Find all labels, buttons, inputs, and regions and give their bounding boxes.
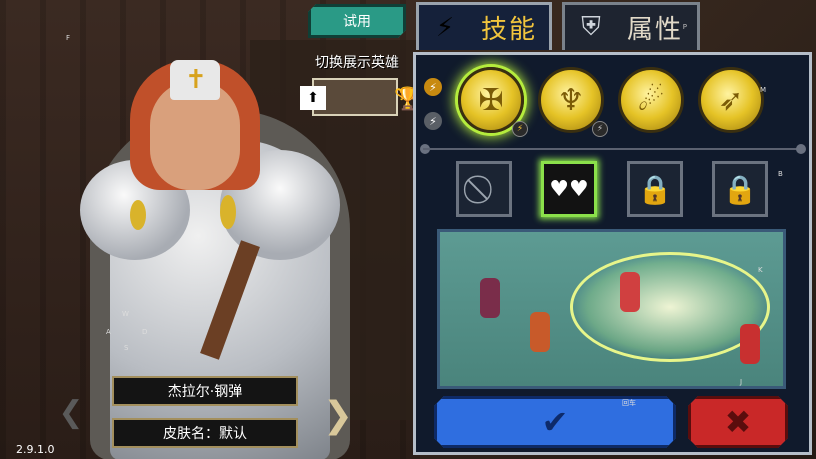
key-hint-p: P [682,23,687,31]
switch-arrow-icon[interactable]: ⬆ [300,86,326,110]
skin-name-box[interactable]: 皮肤名：默认 [112,418,298,448]
hero-sprite [620,272,640,312]
lock-icon: 🔒 [637,172,673,206]
prev-skin-icon[interactable]: ❮ [56,392,86,432]
next-skin-icon[interactable]: ❯ [318,390,358,440]
key-hint-a: A [106,328,111,336]
key-hint-k: K [758,266,763,274]
cross-icon: ✝ [185,65,207,95]
hero-name-box: 杰拉尔·钢弹 [112,376,298,406]
flying-dragon-icon: ☄ [637,82,665,118]
tab-skills[interactable]: ⚡ 技能 [416,2,552,50]
slot-disabled[interactable]: ⃠ [456,161,512,217]
fire-element-icon: ⚡ [424,78,442,96]
skill-preview: K J [437,229,786,389]
switch-hero-label: 切换展示英雄 [315,55,399,71]
tab-attributes[interactable]: ⛨ 属性 P [562,2,700,50]
tab-skills-label: 技能 [481,15,538,45]
divider-right-cap [796,144,806,154]
divider [423,148,803,150]
trial-button-label: 试用 [343,14,371,30]
trophy-icon: 🏆 [394,87,422,112]
slot-locked-1[interactable]: 🔒 [627,161,683,217]
version-label: 2.9.1.0 [16,443,55,456]
skill-wing[interactable]: ➶ [698,67,764,133]
trial-button[interactable]: 试用 [308,4,406,38]
key-hint-m: M [760,86,767,94]
hero-name: 杰拉尔·钢弹 [167,384,243,400]
wing-icon: ➶ [718,82,744,118]
key-hint-j: J [740,378,743,386]
enemy-warrior [740,324,760,364]
enemy-archer [530,312,550,352]
tab-attributes-label: 属性 [627,15,684,45]
cross-shield-icon: ✠ [478,82,504,118]
slot-hearts[interactable]: ♥♥ [541,161,597,217]
skill-flying-dragon[interactable]: ☄ [618,67,684,133]
lightning-badge-icon: ⚡ [592,121,608,137]
lightning-sword-icon: ⚡ [435,12,455,43]
game-screen: F ✝ W A D S 试用 切换展示英雄 ⬆ 🏆 ⚡ 技能 ⛨ 属性 P ⚡ … [0,0,816,459]
hero-gold-ornament-left [130,200,146,230]
cancel-button[interactable]: ✖ [688,396,788,448]
key-hint-w: W [122,310,129,318]
checkmark-icon: ✔ [541,403,569,441]
lock-icon: 🔒 [722,172,758,206]
lightning-element-icon: ⚡ [424,112,442,130]
slot-locked-2[interactable]: 🔒 [712,161,768,217]
angel-wings-icon: ♆ [557,82,585,118]
hero-gold-ornament-right [220,195,236,229]
key-hint-b: B [778,170,783,178]
fire-badge-icon: ⚡ [512,121,528,137]
skin-name: 皮肤名：默认 [163,426,247,442]
hearts-icon: ♥♥ [549,176,589,202]
key-hint-enter: 回车 [622,399,636,407]
close-icon: ✖ [724,403,752,441]
armor-icon: ⛨ [581,12,601,42]
confirm-button[interactable]: ✔ [434,396,676,448]
key-hint-d: D [142,328,148,336]
enemy-zombie [480,278,500,318]
key-hint-s: S [124,344,129,352]
